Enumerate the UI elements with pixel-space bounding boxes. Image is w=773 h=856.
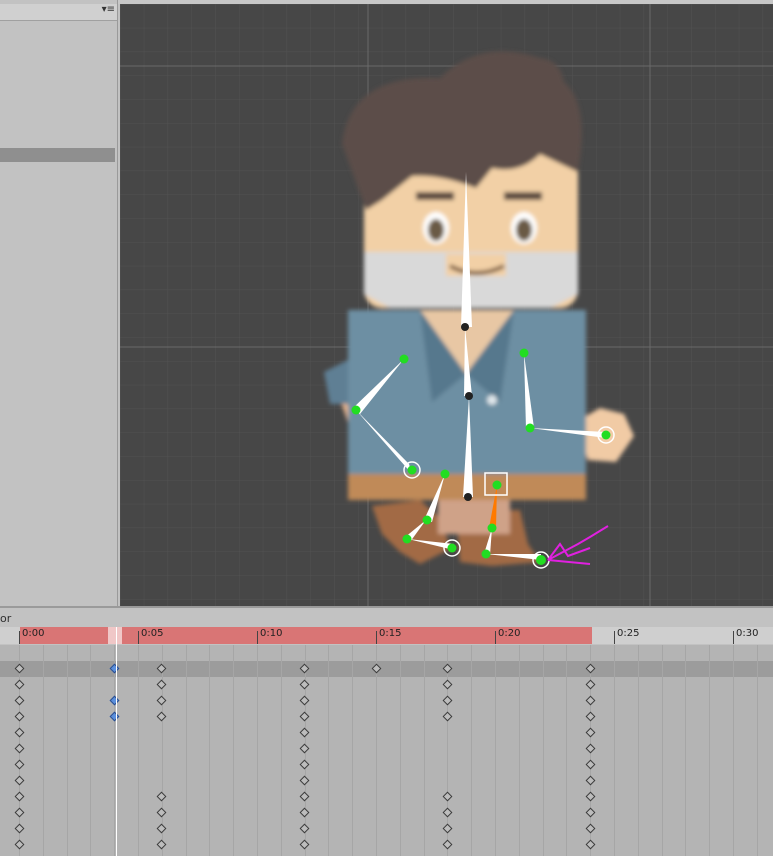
joint-left-hand[interactable] [407,465,417,475]
timeline-tick-mark [733,631,734,644]
dopesheet-grid-line [423,645,425,856]
timeline-tick-mark [257,631,258,644]
timeline-tick-label: 0:30 [736,628,759,639]
joint-right-hand[interactable] [601,430,611,440]
dopesheet-grid-line [495,645,496,856]
dopesheet-grid-line [280,645,282,856]
timeline-tick-label: 0:15 [379,628,402,639]
dopesheet-grid-line [471,645,473,856]
joint-left-toe[interactable] [447,543,457,553]
dopesheet-grid-line [685,645,687,856]
dopesheet-grid-line [42,645,44,856]
dopesheet-grid-line [233,645,235,856]
dopesheet-grid-line [328,645,330,856]
dopesheet-grid-line [709,645,711,856]
timeline-tick-label: 0:25 [617,628,640,639]
dopesheet-grid-line [399,645,401,856]
dopesheet-grid-line [566,645,568,856]
dopesheet-grid-line [637,645,639,856]
timeline-tick-mark [614,631,615,644]
joint-neck[interactable] [461,323,469,331]
hierarchy-panel: ▾≡ [0,0,118,608]
dopesheet-grid-line [661,645,663,856]
timeline-tick-label: 0:00 [22,628,45,639]
animation-panel-label: or [0,612,12,625]
dopesheet-grid-line [518,645,520,856]
scene-canvas[interactable] [120,4,773,606]
dopesheet-grid-line [185,645,187,856]
joint-left-hip[interactable] [440,469,450,479]
timeline-tick-mark [19,631,20,644]
joint-left-ankle[interactable] [402,534,412,544]
dopesheet-grid-line [209,645,211,856]
dopesheet-grid-line [756,645,758,856]
dopesheet-grid-line [542,645,544,856]
joint-right-elbow[interactable] [525,423,535,433]
joint-hip[interactable] [464,493,472,501]
panel-divider[interactable] [0,606,773,608]
joint-right-knee[interactable] [487,523,497,533]
dopesheet-grid-line [66,645,68,856]
joint-right-shoulder[interactable] [519,348,529,358]
timeline-tick-mark [138,631,139,644]
dopesheet-grid-line [733,645,734,856]
joint-left-elbow[interactable] [351,405,361,415]
dopesheet-grid-line [90,645,92,856]
joint-left-knee[interactable] [422,515,432,525]
playhead-line[interactable] [116,627,117,856]
joint-right-ankle[interactable] [481,549,491,559]
joint-right-toe[interactable] [536,555,546,565]
hierarchy-header: ▾≡ [0,4,117,21]
joint-left-shoulder[interactable] [399,354,409,364]
timeline-tick-label: 0:20 [498,628,521,639]
dopesheet-grid-line [138,645,139,856]
joint-chest[interactable] [465,392,473,400]
timeline-tick-mark [376,631,377,644]
timeline-tick-label: 0:10 [260,628,283,639]
panel-menu-icon[interactable]: ▾≡ [102,4,115,15]
hierarchy-selected-row[interactable] [0,148,115,162]
timeline-tick-mark [495,631,496,644]
dopesheet-grid-line [257,645,258,856]
dopesheet-grid-line [614,645,615,856]
playhead-handle[interactable] [108,627,122,644]
dopesheet-grid-line [352,645,354,856]
dopesheet-grid-line [376,645,377,856]
scene-viewport[interactable] [120,4,773,606]
joint-right-hip[interactable] [492,480,502,490]
timeline-tick-label: 0:05 [141,628,164,639]
